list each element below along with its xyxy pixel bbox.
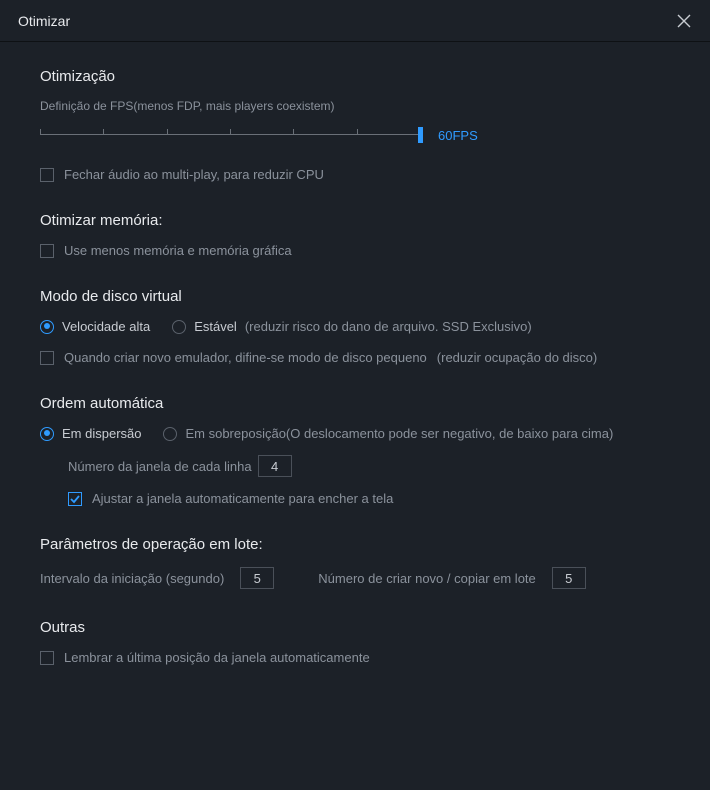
interval-input[interactable]	[240, 567, 274, 589]
section-optimization: Otimização Definição de FPS(menos FDP, m…	[40, 68, 670, 182]
remember-pos-row: Lembrar a última posição da janela autom…	[40, 650, 670, 665]
auto-fit-label: Ajustar a janela automaticamente para en…	[92, 491, 393, 506]
order-scatter-label: Em dispersão	[62, 426, 141, 441]
per-row-input[interactable]	[258, 455, 292, 477]
section-title-order: Ordem automática	[40, 395, 670, 412]
create-count-label: Número de criar novo / copiar em lote	[318, 571, 535, 586]
create-count-input[interactable]	[552, 567, 586, 589]
remember-pos-checkbox[interactable]	[40, 651, 54, 665]
fps-caption: Definição de FPS(menos FDP, mais players…	[40, 99, 670, 113]
disk-fast-label: Velocidade alta	[62, 319, 150, 334]
section-memory: Otimizar memória: Use menos memória e me…	[40, 212, 670, 258]
fps-slider-row: 60FPS	[40, 125, 670, 145]
auto-fit-checkbox[interactable]	[68, 492, 82, 506]
slider-tick	[103, 129, 104, 135]
disk-stable-note: (reduzir risco do dano de arquivo. SSD E…	[245, 319, 532, 334]
slider-tick	[230, 129, 231, 135]
section-title-memory: Otimizar memória:	[40, 212, 670, 229]
section-others: Outras Lembrar a última posição da janel…	[40, 619, 670, 665]
section-title-others: Outras	[40, 619, 670, 636]
section-disk: Modo de disco virtual Velocidade alta Es…	[40, 288, 670, 365]
small-disk-checkbox[interactable]	[40, 351, 54, 365]
section-title-disk: Modo de disco virtual	[40, 288, 670, 305]
titlebar: Otimizar	[0, 0, 710, 42]
interval-label: Intervalo da iniciação (segundo)	[40, 571, 224, 586]
check-icon	[69, 493, 81, 505]
section-title-optimization: Otimização	[40, 68, 670, 85]
section-batch: Parâmetros de operação em lote: Interval…	[40, 536, 670, 589]
content: Otimização Definição de FPS(menos FDP, m…	[0, 42, 710, 715]
fps-slider[interactable]	[40, 125, 420, 145]
small-disk-note: (reduzir ocupação do disco)	[437, 350, 597, 365]
close-audio-row: Fechar áudio ao multi-play, para reduzir…	[40, 167, 670, 182]
slider-tick	[167, 129, 168, 135]
small-disk-row: Quando criar novo emulador, difine-se mo…	[40, 350, 670, 365]
section-order: Ordem automática Em dispersão Em sobrepo…	[40, 395, 670, 506]
close-audio-label: Fechar áudio ao multi-play, para reduzir…	[64, 167, 324, 182]
disk-stable-label: Estável	[194, 319, 237, 334]
disk-fast-radio[interactable]	[40, 320, 54, 334]
per-row-label: Número da janela de cada linha	[68, 459, 252, 474]
slider-tick	[293, 129, 294, 135]
remember-pos-label: Lembrar a última posição da janela autom…	[64, 650, 370, 665]
window-title: Otimizar	[18, 13, 70, 29]
close-button[interactable]	[672, 9, 696, 33]
order-overlay-label: Em sobreposição(O deslocamento pode ser …	[185, 426, 613, 441]
small-disk-label: Quando criar novo emulador, difine-se mo…	[64, 350, 427, 365]
order-overlay-radio[interactable]	[163, 427, 177, 441]
use-less-memory-row: Use menos memória e memória gráfica	[40, 243, 670, 258]
use-less-memory-checkbox[interactable]	[40, 244, 54, 258]
order-scatter-radio[interactable]	[40, 427, 54, 441]
section-title-batch: Parâmetros de operação em lote:	[40, 536, 670, 553]
order-mode-row: Em dispersão Em sobreposição(O deslocame…	[40, 426, 670, 441]
per-row-row: Número da janela de cada linha	[68, 455, 670, 477]
slider-tick	[40, 129, 41, 135]
close-icon	[677, 14, 691, 28]
batch-params-row: Intervalo da iniciação (segundo) Número …	[40, 567, 670, 589]
use-less-memory-label: Use menos memória e memória gráfica	[64, 243, 292, 258]
slider-handle[interactable]	[418, 127, 423, 143]
disk-mode-row: Velocidade alta Estável (reduzir risco d…	[40, 319, 670, 334]
disk-stable-radio[interactable]	[172, 320, 186, 334]
close-audio-checkbox[interactable]	[40, 168, 54, 182]
slider-tick	[357, 129, 358, 135]
fps-value-label: 60FPS	[438, 128, 478, 143]
auto-fit-row: Ajustar a janela automaticamente para en…	[68, 491, 670, 506]
